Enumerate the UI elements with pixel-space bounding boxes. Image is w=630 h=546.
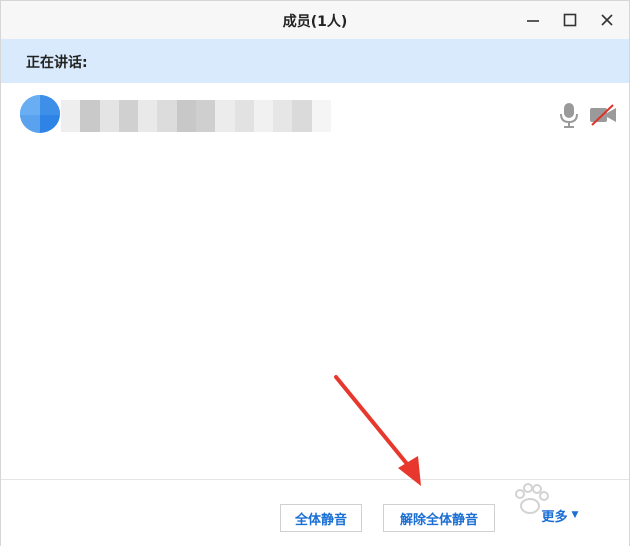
unmute-all-button[interactable]: 解除全体静音 xyxy=(383,504,495,532)
speaking-bar: 正在讲话: xyxy=(1,39,629,83)
maximize-button[interactable] xyxy=(560,10,580,30)
footer-bar: 全体静音 解除全体静音 更多 ▼ xyxy=(1,479,629,546)
mic-icon[interactable] xyxy=(557,101,581,129)
camera-off-icon[interactable] xyxy=(589,103,617,127)
more-button[interactable]: 更多 ▼ xyxy=(525,502,595,528)
avatar xyxy=(20,95,60,133)
maximize-icon xyxy=(563,13,577,27)
close-button[interactable] xyxy=(597,10,617,30)
member-name-blurred xyxy=(61,100,331,132)
close-icon xyxy=(601,14,613,26)
more-label: 更多 xyxy=(541,509,568,525)
chevron-down-icon: ▼ xyxy=(571,510,579,520)
speaking-label: 正在讲话: xyxy=(26,55,88,71)
members-window: 成员(1人) 正在讲话: 全体静音 解除全体静音 更多 ▼ xyxy=(0,0,630,546)
minimize-icon xyxy=(527,20,539,22)
title-bar[interactable]: 成员(1人) xyxy=(1,1,629,40)
member-row[interactable] xyxy=(1,87,629,139)
minimize-button[interactable] xyxy=(523,10,543,30)
mute-all-button[interactable]: 全体静音 xyxy=(280,504,362,532)
